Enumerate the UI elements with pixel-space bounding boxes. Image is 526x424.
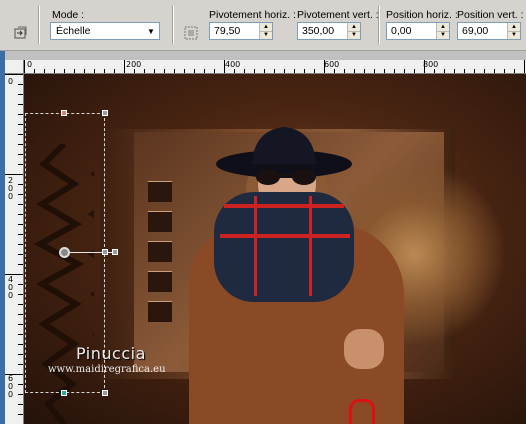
mode-label: Mode : [52, 9, 85, 21]
h-ruler-label: 800 [423, 60, 439, 69]
top-right-handle[interactable] [102, 110, 108, 116]
stripe-block [148, 181, 172, 202]
spin-up-icon[interactable]: ▲ [348, 23, 360, 31]
bottom-handle[interactable] [61, 390, 67, 396]
v-ruler-label: 0 [7, 77, 14, 86]
pick-tool-presets-icon[interactable] [10, 22, 32, 44]
top-handle[interactable] [61, 110, 67, 116]
stripe-block [148, 271, 172, 292]
mode-select-value: Échelle [56, 25, 91, 37]
ruler-corner [5, 60, 24, 74]
pivot-h-stepper[interactable]: 79,50 ▲ ▼ [209, 22, 273, 40]
pivot-point-icon[interactable] [59, 247, 70, 258]
spin-down-icon[interactable]: ▼ [348, 30, 360, 40]
pos-v-stepper[interactable]: 69,00 ▲ ▼ [457, 22, 521, 40]
stripe-block [148, 241, 172, 262]
rotation-handle[interactable] [112, 249, 118, 255]
v-ruler-label: 0 [7, 192, 14, 201]
mode-select[interactable]: Échelle ▼ [50, 22, 160, 40]
pos-v-label: Position vert. : [457, 9, 524, 21]
h-ruler-label: 400 [225, 60, 241, 69]
spin-up-icon[interactable]: ▲ [437, 23, 449, 31]
pivot-v-stepper[interactable]: 350,00 ▲ ▼ [297, 22, 361, 40]
ruler-ticks [24, 60, 525, 73]
pos-h-label: Position horiz. : [386, 9, 458, 21]
woman-hand [344, 329, 384, 369]
scarf-stripe [254, 196, 257, 296]
tool-options-bar: Mode : Échelle ▼ Pivotement horiz. : 79,… [0, 0, 526, 51]
ruler-ticks [5, 74, 23, 415]
h-ruler-label: 200 [126, 60, 142, 69]
spin-down-icon[interactable]: ▼ [437, 30, 449, 40]
v-ruler-label: 0 [7, 291, 14, 300]
pivot-h-label: Pivotement horiz. : [209, 9, 296, 21]
h-ruler-label: 0 [27, 60, 33, 69]
pivot-h-value: 79,50 [214, 25, 241, 37]
stripe-block [148, 211, 172, 232]
spin-down-icon[interactable]: ▼ [508, 30, 520, 40]
sunglasses [256, 169, 316, 185]
plaid-scarf [214, 192, 354, 302]
red-bag-strap [349, 399, 375, 424]
spin-down-icon[interactable]: ▼ [260, 30, 272, 40]
pivot-v-value: 350,00 [302, 25, 335, 37]
v-ruler-label: 0 [7, 390, 14, 399]
scarf-stripe [220, 234, 350, 238]
spin-up-icon[interactable]: ▲ [508, 23, 520, 31]
vertical-ruler[interactable]: 0 2 0 0 4 0 0 6 0 0 [5, 74, 24, 424]
reset-transform-icon[interactable] [180, 22, 202, 44]
right-handle[interactable] [102, 249, 108, 255]
stripe-block [148, 301, 172, 322]
horizontal-ruler[interactable]: 0 200 400 600 800 [24, 60, 526, 74]
bottom-right-handle[interactable] [102, 390, 108, 396]
pos-v-value: 69,00 [462, 25, 489, 37]
pos-h-stepper[interactable]: 0,00 ▲ ▼ [386, 22, 450, 40]
scarf-stripe [309, 196, 312, 296]
pivot-v-label: Pivotement vert. : [297, 9, 379, 21]
spin-up-icon[interactable]: ▲ [260, 23, 272, 31]
h-ruler-label: 600 [324, 60, 340, 69]
pos-h-value: 0,00 [391, 25, 412, 37]
chevron-down-icon[interactable]: ▼ [143, 23, 159, 39]
scarf-stripe [224, 204, 344, 208]
